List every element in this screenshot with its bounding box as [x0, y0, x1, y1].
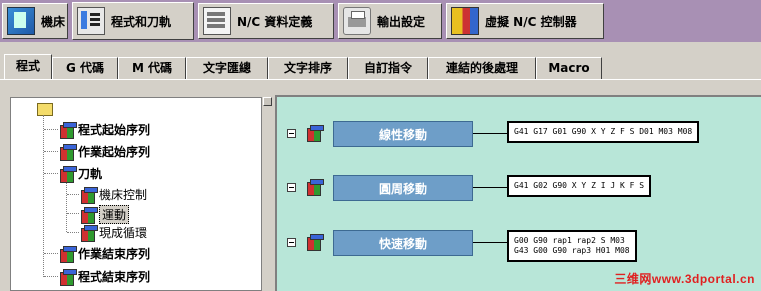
folder-icon [37, 103, 53, 116]
event-tree-panel[interactable]: 程式起始序列 作業起始序列 刀軌 機床控制 運動 現成循環 作業結束序列 程式結… [10, 97, 262, 291]
motion-row-linear: 線性移動 G41 G17 G01 G90 X Y Z F S D01 M03 M… [277, 119, 761, 149]
motion-row-circular: 圓周移動 G41 G02 G90 X Y Z I J K F S [277, 173, 761, 203]
subtab-m-code[interactable]: M 代碼 [118, 57, 186, 79]
tree-item-label: 機床控制 [99, 188, 148, 202]
tree-item-program-end[interactable]: 程式結束序列 [59, 268, 151, 286]
subtab-custom-command[interactable]: 自訂指令 [348, 57, 428, 79]
circular-move-button[interactable]: 圓周移動 [333, 175, 473, 201]
tree-item-operation-start[interactable]: 作業起始序列 [59, 143, 151, 161]
output-settings-icon [343, 7, 371, 35]
rapid-move-button[interactable]: 快速移動 [333, 230, 473, 256]
virtual-nc-icon [451, 7, 479, 35]
connector-line [473, 133, 507, 134]
cube-icon [306, 179, 324, 196]
tab-output-settings-label: 輸出設定 [377, 14, 426, 29]
tree-item-label: 運動 [99, 205, 130, 224]
machine-icon [7, 7, 35, 35]
tab-machine[interactable]: 機床 [2, 3, 68, 39]
tree-scrollbar[interactable] [263, 97, 272, 291]
cube-icon [80, 186, 98, 204]
tree-branch [67, 194, 79, 195]
cube-icon [59, 245, 77, 263]
tree-item-label: 程式結束序列 [78, 270, 151, 284]
circular-move-code[interactable]: G41 G02 G90 X Y Z I J K F S [507, 175, 652, 197]
tab-program-path[interactable]: 程式和刀軌 [72, 2, 194, 40]
nc-data-icon [203, 7, 231, 35]
subtab-linked-posts[interactable]: 連結的後處理 [428, 57, 536, 79]
sub-tab-bar: 程式 G 代碼 M 代碼 文字匯總 文字排序 自訂指令 連結的後處理 Macro [0, 52, 761, 82]
tab-virtual-nc[interactable]: 虛擬 N/C 控制器 [446, 3, 604, 39]
tree-item-motion[interactable]: 運動 [80, 205, 130, 224]
rapid-move-code[interactable]: G00 G90 rap1 rap2 S M03 G43 G00 G90 rap3… [507, 230, 637, 262]
motion-row-rapid: 快速移動 G00 G90 rap1 rap2 S M03 G43 G00 G90… [277, 228, 761, 262]
tree-branch [44, 151, 58, 152]
tree-item-label: 刀軌 [78, 167, 103, 181]
tree-item-tool-path[interactable]: 刀軌 [59, 165, 103, 183]
scroll-up-arrow[interactable] [263, 97, 272, 106]
tree-item-machine-control[interactable]: 機床控制 [80, 186, 148, 204]
cube-icon [59, 165, 77, 183]
cube-icon [80, 206, 98, 224]
subtab-g-code[interactable]: G 代碼 [52, 57, 118, 79]
cube-icon [59, 268, 77, 286]
tree-item-program-start[interactable]: 程式起始序列 [59, 121, 151, 139]
tab-nc-data-label: N/C 資料定義 [237, 14, 313, 29]
cube-icon [306, 125, 324, 142]
tab-nc-data[interactable]: N/C 資料定義 [198, 3, 334, 39]
tab-output-settings[interactable]: 輸出設定 [338, 3, 442, 39]
tree-item-label: 作業起始序列 [78, 145, 151, 159]
subtab-macro[interactable]: Macro [536, 57, 602, 79]
cube-icon [306, 234, 324, 251]
cube-icon [59, 121, 77, 139]
tab-machine-label: 機床 [41, 14, 66, 29]
collapse-icon[interactable] [287, 238, 296, 247]
sub-tab-divider [0, 79, 761, 80]
tree-branch [44, 173, 58, 174]
tree-branch [44, 253, 58, 254]
tree-item-canned-cycle[interactable]: 現成循環 [80, 224, 148, 242]
linear-move-code[interactable]: G41 G17 G01 G90 X Y Z F S D01 M03 M08 [507, 121, 700, 143]
collapse-icon[interactable] [287, 129, 296, 138]
subtab-word-summary[interactable]: 文字匯總 [186, 57, 268, 79]
site-watermark: 三维网www.3dportal.cn [614, 272, 755, 286]
tab-program-path-label: 程式和刀軌 [111, 14, 172, 29]
tree-guide-line [66, 180, 67, 232]
tree-branch [44, 129, 58, 130]
tree-item-label: 作業結束序列 [78, 247, 151, 261]
subtab-program[interactable]: 程式 [4, 54, 52, 80]
tree-item-label: 程式起始序列 [78, 123, 151, 137]
program-path-icon [77, 7, 105, 35]
connector-line [473, 242, 507, 243]
tree-branch [67, 232, 79, 233]
tab-virtual-nc-label: 虛擬 N/C 控制器 [485, 14, 577, 29]
tree-branch [67, 213, 79, 214]
main-toolbar: 機床 程式和刀軌 N/C 資料定義 輸出設定 虛擬 N/C 控制器 [0, 0, 761, 42]
tree-item-label: 現成循環 [99, 226, 148, 240]
tree-branch [44, 276, 58, 277]
subtab-word-sequencing[interactable]: 文字排序 [268, 57, 348, 79]
cube-icon [59, 143, 77, 161]
connector-line [473, 187, 507, 188]
tree-item-operation-end[interactable]: 作業結束序列 [59, 245, 151, 263]
motion-event-panel: 線性移動 G41 G17 G01 G90 X Y Z F S D01 M03 M… [275, 95, 761, 291]
collapse-icon[interactable] [287, 183, 296, 192]
cube-icon [80, 224, 98, 242]
linear-move-button[interactable]: 線性移動 [333, 121, 473, 147]
